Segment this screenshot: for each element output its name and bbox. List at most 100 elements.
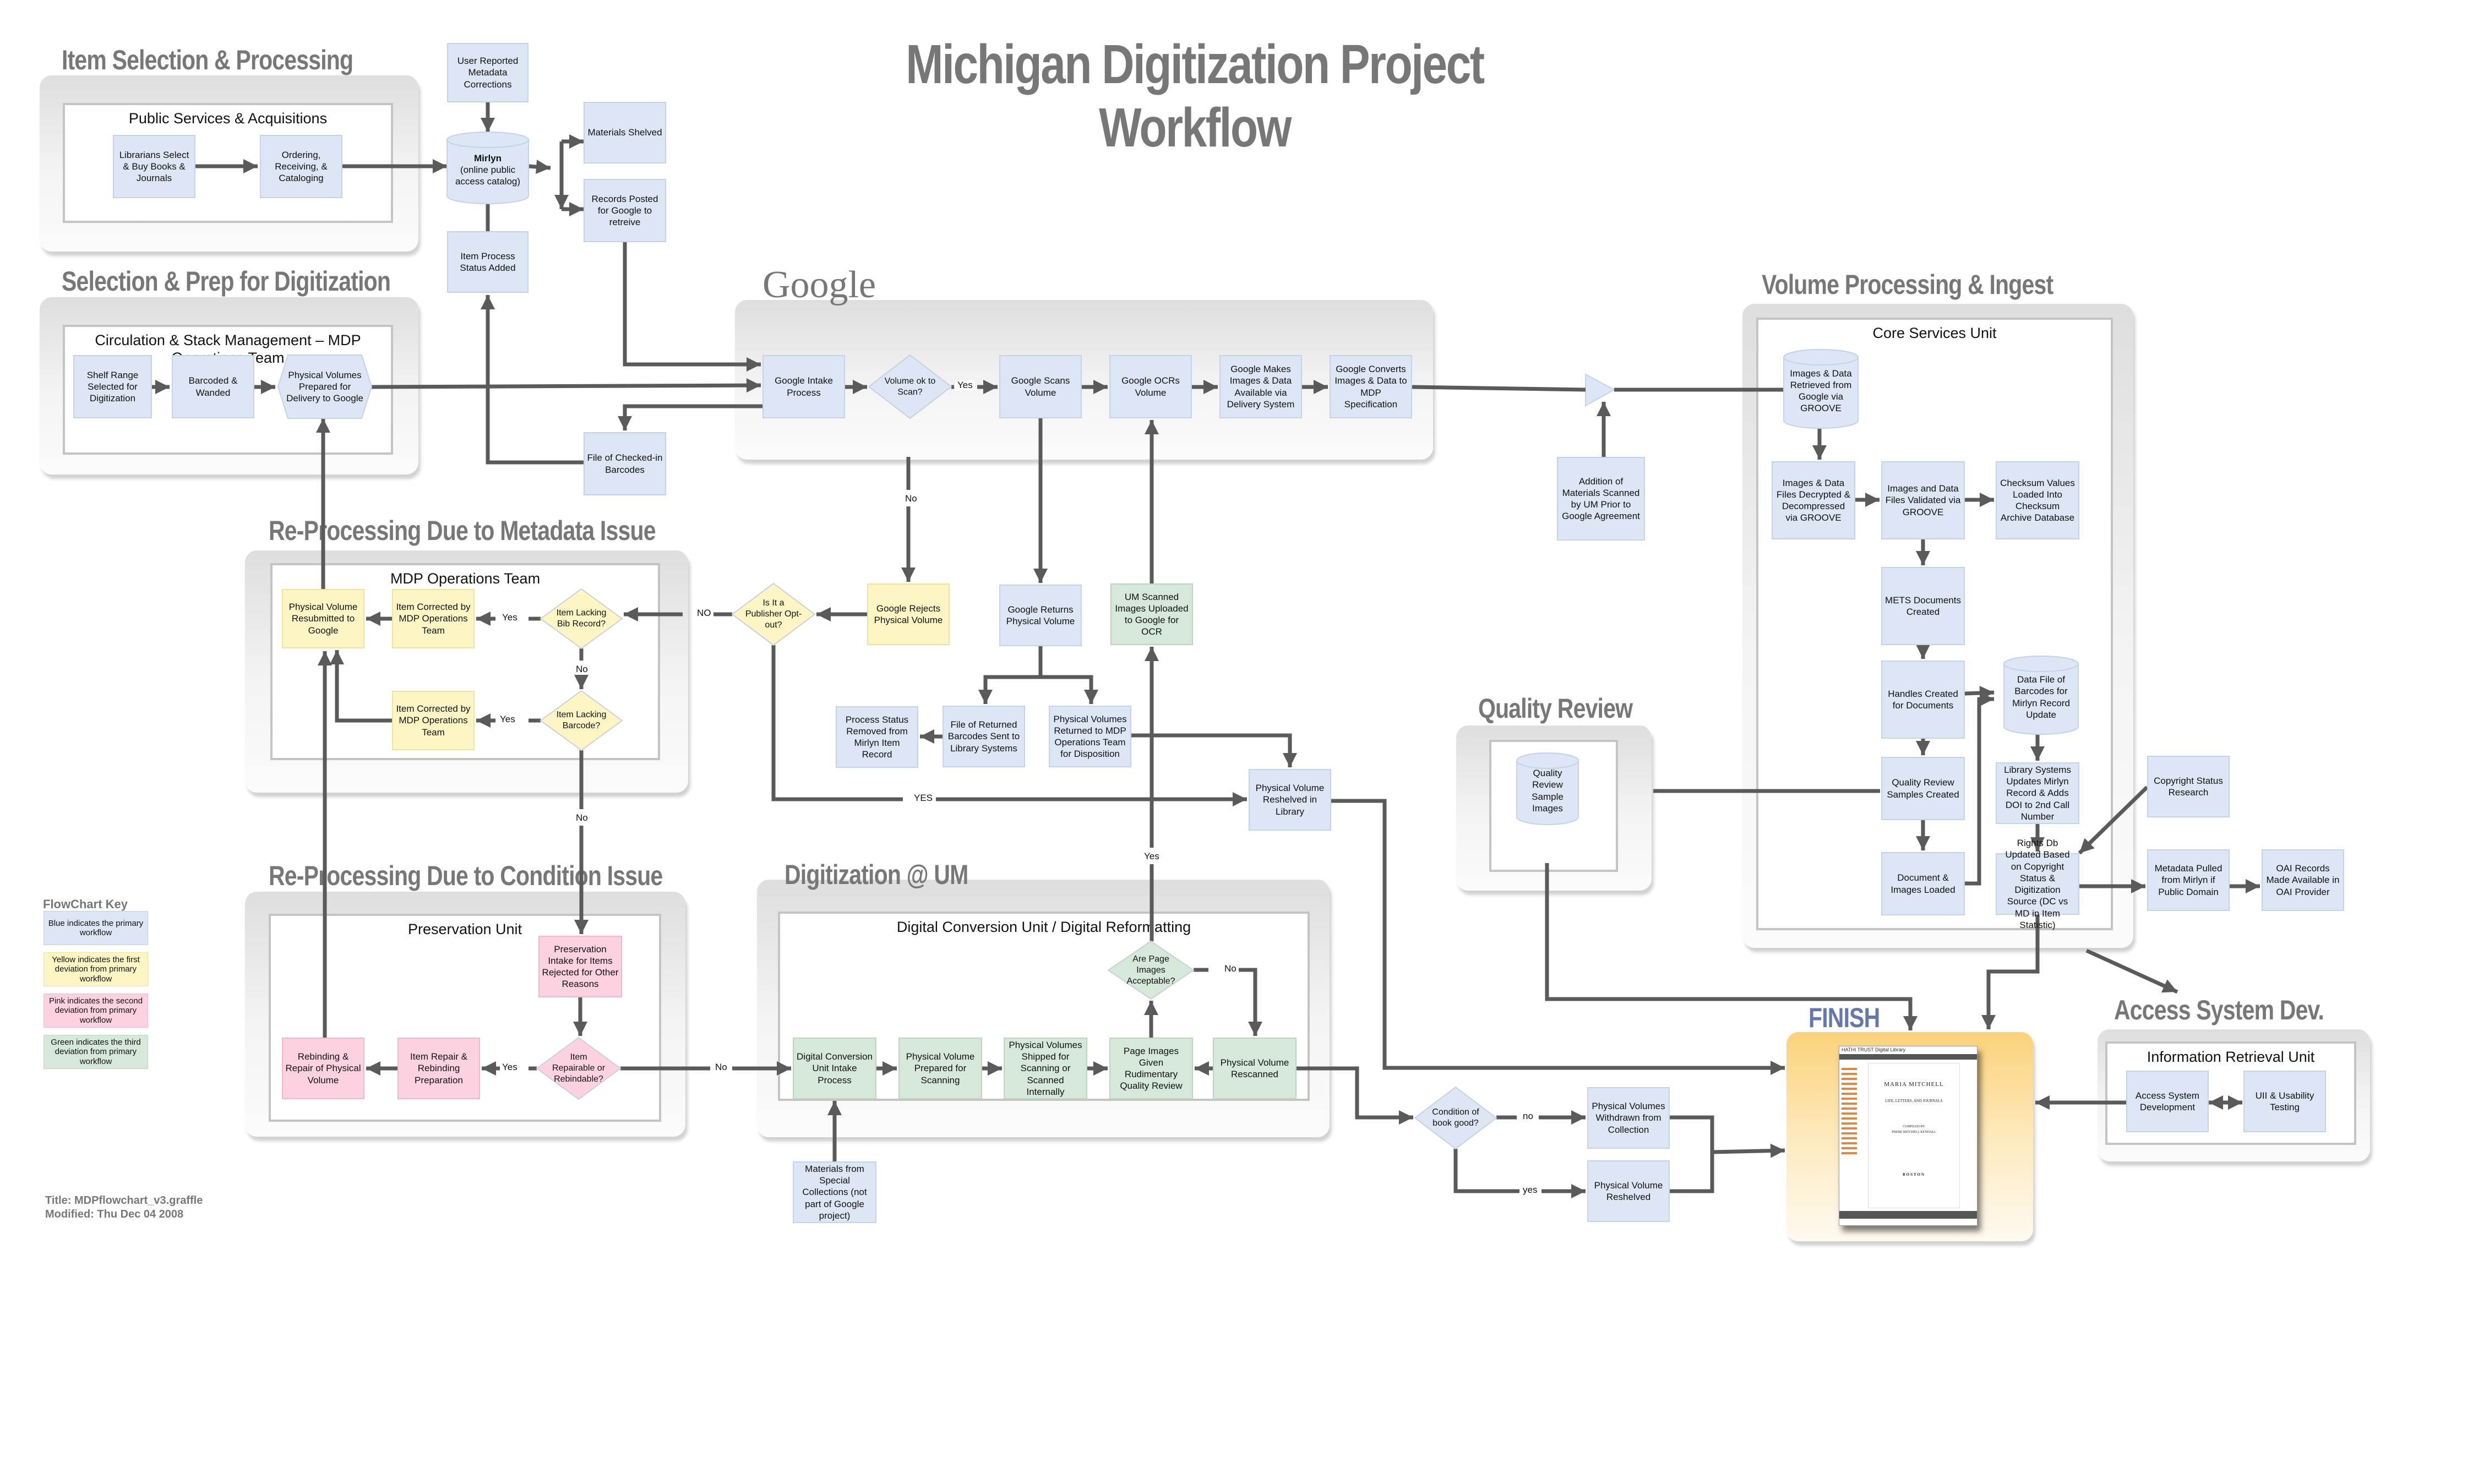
arrowhead bbox=[618, 416, 632, 430]
node-file-checked-in: File of Checked-in Barcodes bbox=[584, 432, 666, 495]
node-process-status-removed: Process Status Removed from Mirlyn Item … bbox=[836, 706, 918, 768]
arrowhead bbox=[1283, 753, 1297, 767]
node-label: User Reported Metadata Corrections bbox=[457, 56, 519, 90]
node-label: Physical Volume Reshelved in Library bbox=[1255, 783, 1325, 817]
connector-line bbox=[1331, 799, 1785, 1070]
arrowhead bbox=[2035, 1095, 2050, 1110]
arrowhead bbox=[1084, 690, 1098, 704]
node-item-repair: Item Repair & Rebinding Preparation bbox=[397, 1038, 480, 1099]
node-label: File of Returned Barcodes Sent to Librar… bbox=[947, 719, 1020, 754]
edge-label: No bbox=[713, 1062, 729, 1073]
arrowhead bbox=[433, 159, 447, 173]
connector-line bbox=[983, 646, 1043, 704]
node-condition-good: Condition of book good? bbox=[1415, 1087, 1496, 1149]
node-label: Item Repair & Rebinding Preparation bbox=[410, 1051, 467, 1085]
arrowhead bbox=[574, 920, 589, 934]
arrowhead bbox=[1195, 1061, 1209, 1076]
node-label: Access System Development bbox=[2135, 1090, 2200, 1112]
node-label: Metadata Pulled from Mirlyn if Public Do… bbox=[2154, 863, 2222, 897]
arrowhead bbox=[155, 380, 170, 394]
node-label: Item Lacking Barcode? bbox=[556, 710, 607, 730]
arrowhead bbox=[2030, 746, 2045, 761]
node-shelf-range: Shelf Range Selected for Digitization bbox=[73, 355, 152, 418]
arrowhead bbox=[366, 612, 380, 626]
node-label: UII & Usability Testing bbox=[2255, 1090, 2314, 1112]
node-images-validated: Images and Data Files Validated via GROO… bbox=[1881, 461, 1965, 539]
node-um-scanned: UM Scanned Images Uploaded to Google for… bbox=[1110, 583, 1193, 645]
key-item-label: Blue indicates the primary workflow bbox=[48, 918, 144, 937]
node-google-makes: Google Makes Images & Data Available via… bbox=[1219, 355, 1302, 418]
node-label: Google Converts Images & Data to MDP Spe… bbox=[1334, 364, 1407, 410]
arrowhead bbox=[482, 1061, 496, 1076]
edge-label: Yes bbox=[500, 1062, 520, 1073]
node-item-corrected-2: Item Corrected by MDP Operations Team bbox=[392, 691, 475, 750]
arrowhead bbox=[1865, 493, 1880, 507]
arrowhead bbox=[988, 1061, 1002, 1076]
node-label: Condition of book good? bbox=[1432, 1107, 1479, 1128]
key-title: FlowChart Key bbox=[43, 897, 128, 911]
arrowhead bbox=[901, 568, 916, 582]
edge-label: NO bbox=[695, 608, 713, 619]
node-label: Item Corrected by MDP Operations Team bbox=[396, 703, 471, 738]
node-physical-prepared-scanning: Physical Volume Prepared for Scanning bbox=[898, 1038, 982, 1099]
node-images-decrypted: Images & Data Files Decrypted & Decompre… bbox=[1772, 461, 1855, 539]
node-dcu-intake: Digital Conversion Unit Intake Process bbox=[793, 1038, 876, 1099]
connector-line bbox=[1545, 863, 1913, 1030]
node-librarians-select: Librarians Select & Buy Books & Journals bbox=[113, 135, 195, 198]
node-item-repairable: Item Repairable or Rebindable? bbox=[537, 1038, 620, 1099]
edge-label: Yes bbox=[498, 714, 518, 725]
node-label: (online public access catalog) bbox=[455, 164, 521, 187]
node-label: Quality Review Sample Images bbox=[1532, 768, 1564, 814]
node-label: Digital Conversion Unit Intake Process bbox=[797, 1051, 873, 1085]
node-records-posted: Records Posted for Google to retreive bbox=[584, 179, 666, 242]
node-label: OAI Records Made Available in OAI Provid… bbox=[2266, 863, 2340, 897]
node-label: Volume ok to Scan? bbox=[884, 376, 936, 397]
arrowhead bbox=[2228, 1095, 2242, 1110]
edge-label: no bbox=[1521, 1111, 1535, 1122]
node-label: Google Returns Physical Volume bbox=[1006, 604, 1075, 626]
arrowhead bbox=[261, 380, 275, 394]
node-google-ocrs: Google OCRs Volume bbox=[1109, 355, 1192, 418]
arrowhead bbox=[983, 380, 998, 394]
connector-line bbox=[623, 242, 761, 367]
node-label: Process Status Removed from Mirlyn Item … bbox=[845, 714, 909, 760]
node-mets: METS Documents Created bbox=[1881, 567, 1965, 645]
arrowhead bbox=[330, 650, 344, 664]
edge-label: Yes bbox=[955, 380, 975, 391]
connector-layer bbox=[152, 102, 2260, 1198]
key-item-label: Yellow indicates the first deviation fro… bbox=[52, 955, 140, 984]
arrowhead bbox=[2209, 1095, 2223, 1110]
node-label: Item Corrected by MDP Operations Team bbox=[396, 602, 471, 636]
node-label: Physical Volumes Withdrawn from Collecti… bbox=[1592, 1101, 1665, 1135]
arrowhead bbox=[747, 357, 761, 372]
arrowhead bbox=[1980, 493, 1994, 507]
arrowhead bbox=[1033, 569, 1048, 583]
edge-label: No bbox=[574, 812, 590, 823]
node-label-bold: Mirlyn bbox=[473, 152, 502, 163]
connector-line bbox=[1297, 1066, 1413, 1120]
arrowhead bbox=[1812, 445, 1827, 460]
node-label: Item Repairable or Rebindable? bbox=[552, 1052, 606, 1084]
node-label: Barcoded & Wanded bbox=[188, 375, 238, 398]
node-label: Physical Volumes Returned to MDP Operati… bbox=[1053, 713, 1127, 760]
connector-line bbox=[623, 404, 762, 430]
node-label: Checksum Values Loaded Into Checksum Arc… bbox=[2000, 477, 2075, 523]
node-label: Images and Data Files Validated via GROO… bbox=[1885, 483, 1961, 517]
node-data-file-barcodes: Data File of Barcodes for Mirlyn Record … bbox=[2004, 668, 2078, 727]
arrowhead bbox=[746, 378, 761, 393]
arrowhead bbox=[1233, 792, 1247, 806]
node-label: Library Systems Updates Mirlyn Record & … bbox=[2004, 764, 2071, 822]
node-label: METS Documents Created bbox=[1885, 594, 1961, 617]
node-label: Shelf Range Selected for Digitization bbox=[86, 369, 139, 404]
node-item-corrected-1: Item Corrected by MDP Operations Team bbox=[392, 589, 475, 648]
arrowhead bbox=[1093, 1061, 1108, 1076]
node-label: Item Process Status Added bbox=[460, 250, 516, 273]
connector-line bbox=[369, 383, 761, 389]
node-library-systems: Library Systems Updates Mirlyn Record & … bbox=[1996, 762, 2079, 824]
node-label: Item Lacking Bib Record? bbox=[556, 608, 607, 629]
arrowhead bbox=[1399, 1110, 1413, 1125]
node-label: Rebinding & Repair of Physical Volume bbox=[285, 1051, 361, 1085]
node-label: Physical Volumes Prepared for Delivery t… bbox=[286, 369, 363, 404]
node-metadata-pulled: Metadata Pulled from Mirlyn if Public Do… bbox=[2147, 849, 2230, 911]
node-physical-rescanned: Physical Volume Rescanned bbox=[1213, 1038, 1297, 1099]
